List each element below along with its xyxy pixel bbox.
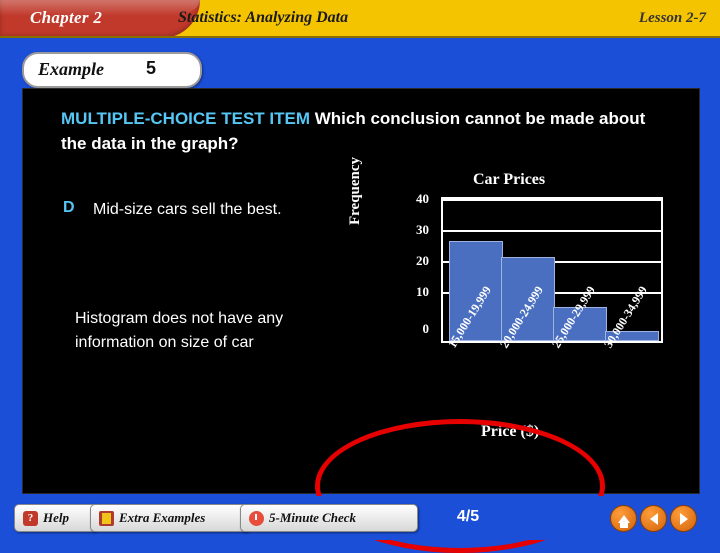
prompt-highlight: MULTIPLE-CHOICE TEST ITEM (61, 109, 311, 128)
chapter-label: Chapter 2 (30, 8, 103, 27)
help-button-label: Help (43, 510, 69, 525)
previous-button[interactable] (640, 505, 667, 532)
clock-icon (249, 510, 264, 526)
five-minute-check-button[interactable]: 5-Minute Check (240, 504, 418, 532)
help-button[interactable]: ? Help (14, 504, 98, 532)
page-indicator: 4/5 (456, 508, 480, 525)
example-tab-number: 5 (146, 58, 157, 78)
chart-x-axis-label: Price ($) (481, 423, 540, 440)
question-mark-icon: ? (23, 510, 38, 526)
next-arrow-icon (679, 512, 688, 525)
y-tick-30: 30 (416, 222, 429, 237)
footer-bar: ? Help Extra Examples 5-Minute Check 4/5 (0, 496, 720, 540)
extra-examples-label: Extra Examples (119, 510, 206, 525)
previous-arrow-icon (649, 512, 658, 525)
header-divider (0, 36, 720, 38)
chart-x-tick-labels: 15,000-19,999 20,000-24,999 25,000-29,99… (441, 284, 681, 419)
lesson-title: Statistics: Analyzing Data (178, 9, 349, 26)
chart-y-axis-label: Frequency (347, 156, 363, 225)
choice-text: Mid-size cars sell the best. (93, 201, 282, 218)
home-button[interactable] (610, 505, 637, 532)
extra-examples-button[interactable]: Extra Examples (90, 504, 250, 532)
header-bar: Chapter 2 Statistics: Analyzing Data Les… (0, 0, 720, 38)
book-icon (99, 510, 114, 526)
home-icon (617, 514, 630, 528)
slide-content-area: MULTIPLE-CHOICE TEST ITEM Which conclusi… (22, 88, 700, 553)
explanation-note: Histogram does not have any information … (75, 310, 284, 351)
y-tick-0: 0 (422, 321, 430, 336)
next-button[interactable] (670, 505, 697, 532)
y-tick-40: 40 (416, 191, 429, 206)
gridline-30 (443, 230, 661, 232)
gridline-40 (443, 199, 661, 201)
five-minute-check-label: 5-Minute Check (269, 510, 357, 525)
example-tab-label: Example (38, 59, 104, 79)
y-tick-10: 10 (416, 284, 429, 299)
car-prices-chart: Car Prices Frequency 40 30 20 10 0 15,00… (347, 157, 683, 471)
choice-letter: D (63, 199, 75, 216)
question-prompt: MULTIPLE-CHOICE TEST ITEM Which conclusi… (61, 107, 671, 156)
example-tab: Example 5 (22, 52, 202, 88)
chart-title: Car Prices (473, 171, 546, 188)
lesson-number-label: Lesson 2-7 (638, 10, 706, 26)
y-tick-20: 20 (416, 253, 429, 268)
